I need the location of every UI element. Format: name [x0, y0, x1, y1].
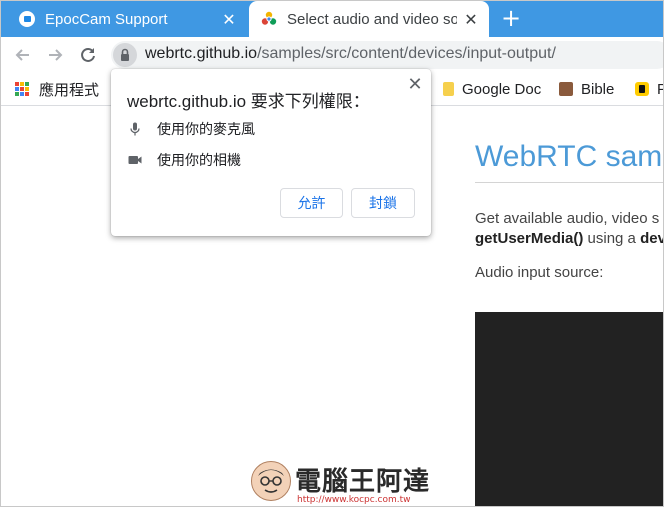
- watermark: 電腦王阿達 http://www.kocpc.com.tw: [251, 459, 429, 506]
- permission-label: 使用你的相機: [157, 152, 241, 168]
- bookmark-icon: [635, 82, 649, 96]
- bookmark-google-doc[interactable]: Google Doc: [443, 78, 541, 100]
- mascot-logo: [251, 461, 291, 501]
- tab-title: Select audio and video so: [287, 10, 457, 28]
- book-icon: [559, 82, 573, 96]
- heading-divider: [475, 182, 663, 183]
- webrtc-icon: [261, 11, 277, 27]
- bookmark-apps[interactable]: 應用程式: [15, 78, 99, 100]
- bookmark-p[interactable]: P: [635, 78, 663, 100]
- new-tab-button[interactable]: +: [499, 6, 523, 31]
- browser-window: EpocCam Support ✕ Select audio and video…: [0, 0, 664, 507]
- tab-select-audio-video[interactable]: Select audio and video so ✕: [249, 1, 489, 37]
- url-text[interactable]: webrtc.github.io/samples/src/content/dev…: [145, 45, 556, 63]
- url-path: /samples/src/content/devices/input-outpu…: [257, 45, 556, 62]
- permission-dialog: webrtc.github.io 要求下列權限： ✕ 使用你的麥克風 使用你的相…: [111, 69, 431, 236]
- bookmark-bible[interactable]: Bible: [559, 78, 614, 100]
- close-tab-icon[interactable]: ✕: [221, 10, 237, 29]
- back-arrow-icon: [15, 49, 29, 61]
- dialog-title: webrtc.github.io 要求下列權限：: [127, 92, 370, 111]
- camera-icon: [127, 152, 143, 168]
- bookmark-label: 應用程式: [39, 81, 100, 99]
- bookmark-label: Google Doc: [462, 80, 542, 98]
- video-preview: [475, 312, 663, 506]
- forward-button[interactable]: [45, 45, 65, 65]
- tab-epoccam-support[interactable]: EpocCam Support ✕: [7, 1, 247, 37]
- close-tab-icon[interactable]: ✕: [463, 10, 479, 29]
- intro-text-line1: Get available audio, video s: [475, 210, 660, 227]
- epoccam-icon: [19, 11, 35, 27]
- close-dialog-icon[interactable]: ✕: [405, 75, 425, 95]
- reload-button[interactable]: [78, 45, 98, 65]
- getusermedia-code: getUserMedia(): [475, 230, 584, 247]
- permission-camera: 使用你的相機: [127, 150, 241, 170]
- watermark-text: 電腦王阿達: [295, 467, 431, 497]
- watermark-url: http://www.kocpc.com.tw: [297, 495, 411, 505]
- permission-microphone: 使用你的麥克風: [127, 119, 255, 139]
- url-domain: webrtc.github.io: [145, 45, 258, 62]
- intro-text-mid: using a: [583, 230, 641, 247]
- lock-icon: [121, 48, 129, 61]
- permission-label: 使用你的麥克風: [157, 121, 255, 137]
- tab-title: EpocCam Support: [45, 10, 168, 28]
- reload-icon: [81, 47, 95, 62]
- folder-icon: [443, 82, 454, 96]
- back-button[interactable]: [13, 45, 33, 65]
- bookmark-label: P: [657, 81, 663, 98]
- allow-button[interactable]: 允許: [280, 188, 343, 218]
- intro-text-end: dev: [640, 230, 664, 247]
- tab-strip: EpocCam Support ✕ Select audio and video…: [1, 1, 663, 37]
- forward-arrow-icon: [49, 49, 63, 61]
- intro-text-line2: getUserMedia() using a dev: [475, 230, 664, 247]
- audio-input-label: Audio input source:: [475, 264, 604, 281]
- site-info-button[interactable]: [113, 43, 137, 67]
- microphone-icon: [127, 121, 143, 137]
- block-button[interactable]: 封鎖: [351, 188, 415, 218]
- apps-grid-icon: [15, 82, 29, 96]
- page-title: WebRTC sam: [475, 140, 663, 173]
- bookmark-label: Bible: [581, 80, 615, 98]
